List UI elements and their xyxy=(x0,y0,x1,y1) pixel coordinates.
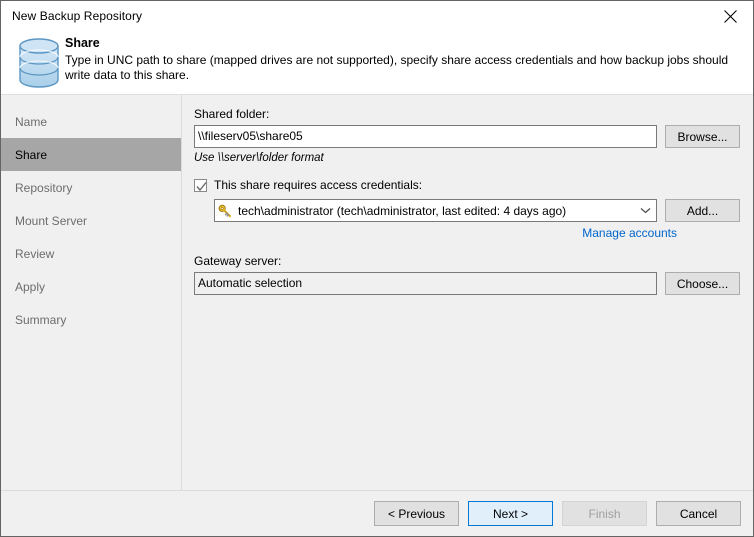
gateway-server-label: Gateway server: xyxy=(194,254,282,268)
window-title: New Backup Repository xyxy=(12,9,143,23)
requires-credentials-checkbox[interactable] xyxy=(194,178,207,192)
chevron-down-icon[interactable] xyxy=(634,200,656,221)
shared-folder-row: \\fileserv05\share05 Browse... xyxy=(194,125,741,148)
sidebar-item-summary[interactable]: Summary xyxy=(1,303,181,336)
new-backup-repository-dialog: New Backup Repository Share Type in UNC … xyxy=(0,0,754,537)
header-text-block: Share Type in UNC path to share (mapped … xyxy=(65,33,751,94)
shared-folder-label: Shared folder: xyxy=(194,107,270,121)
requires-credentials-label: This share requires access credentials: xyxy=(214,178,423,192)
requires-credentials-checkbox-row[interactable]: This share requires access credentials: xyxy=(194,178,741,192)
sidebar-item-review[interactable]: Review xyxy=(1,237,181,270)
key-icon xyxy=(218,204,234,218)
sidebar-item-mount-server[interactable]: Mount Server xyxy=(1,204,181,237)
close-icon xyxy=(723,9,737,23)
gateway-server-input[interactable]: Automatic selection xyxy=(194,272,657,295)
sidebar-item-share[interactable]: Share xyxy=(1,138,181,171)
dialog-footer: < Previous Next > Finish Cancel xyxy=(1,490,753,536)
wizard-steps-sidebar: Name Share Repository Mount Server Revie… xyxy=(1,95,182,490)
sidebar-item-label: Review xyxy=(15,246,55,261)
gateway-server-row: Automatic selection Choose... xyxy=(194,272,741,295)
sidebar-item-apply[interactable]: Apply xyxy=(1,270,181,303)
sidebar-item-label: Mount Server xyxy=(15,213,88,228)
sidebar-item-repository[interactable]: Repository xyxy=(1,171,181,204)
sidebar-item-label: Name xyxy=(15,114,48,129)
previous-button[interactable]: < Previous xyxy=(374,501,459,526)
shared-folder-input[interactable]: \\fileserv05\share05 xyxy=(194,125,657,148)
manage-accounts-link[interactable]: Manage accounts xyxy=(582,226,677,240)
sidebar-item-label: Summary xyxy=(15,312,67,327)
database-icon xyxy=(13,33,65,94)
title-bar: New Backup Repository xyxy=(1,1,753,31)
manage-accounts-row: Manage accounts xyxy=(214,226,677,240)
main-content: Shared folder: \\fileserv05\share05 Brow… xyxy=(182,95,753,490)
sidebar-item-label: Apply xyxy=(15,279,46,294)
credentials-dropdown[interactable]: tech\administrator (tech\administrator, … xyxy=(214,199,657,222)
checkmark-icon xyxy=(196,181,207,191)
add-credentials-button[interactable]: Add... xyxy=(665,199,740,222)
page-title: Share xyxy=(65,36,100,50)
sidebar-item-label: Share xyxy=(15,147,48,162)
dialog-body: Name Share Repository Mount Server Revie… xyxy=(1,94,753,490)
close-button[interactable] xyxy=(707,1,753,31)
finish-button: Finish xyxy=(562,501,647,526)
credentials-selected-value: tech\administrator (tech\administrator, … xyxy=(238,203,567,218)
cancel-button[interactable]: Cancel xyxy=(656,501,741,526)
choose-gateway-button[interactable]: Choose... xyxy=(665,272,740,295)
shared-folder-hint: Use \\server\folder format xyxy=(194,152,324,164)
next-button[interactable]: Next > xyxy=(468,501,553,526)
sidebar-item-name[interactable]: Name xyxy=(1,105,181,138)
sidebar-item-label: Repository xyxy=(15,180,73,195)
page-description: Type in UNC path to share (mapped drives… xyxy=(65,53,729,82)
credentials-row: tech\administrator (tech\administrator, … xyxy=(214,199,741,222)
dialog-header: Share Type in UNC path to share (mapped … xyxy=(1,31,753,94)
browse-button[interactable]: Browse... xyxy=(665,125,740,148)
